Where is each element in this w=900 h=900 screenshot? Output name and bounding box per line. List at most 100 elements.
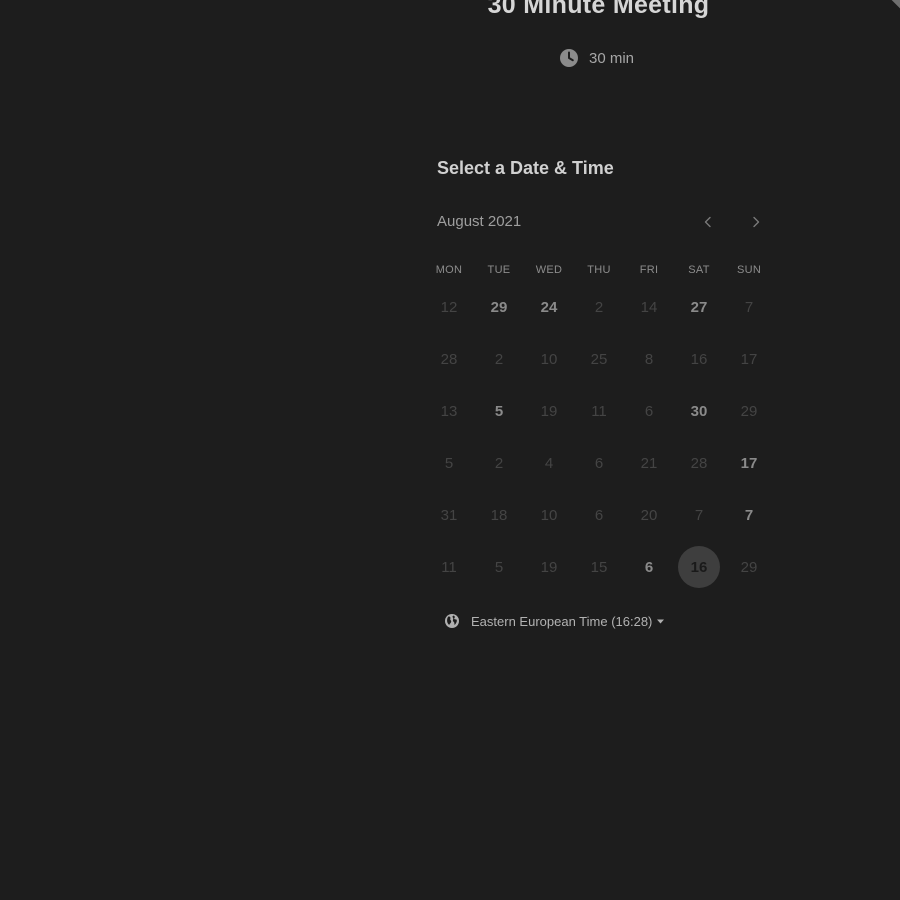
unavailable-date: 21 xyxy=(640,454,658,472)
unavailable-date: 10 xyxy=(540,350,558,368)
calendar-cell: 21 xyxy=(624,437,674,489)
weekday-fri: FRI xyxy=(639,264,659,276)
unavailable-date: 6 xyxy=(594,454,604,472)
weekday-wed: WED xyxy=(535,264,563,276)
unavailable-date: 2 xyxy=(594,298,604,316)
calendar-cell: 7 xyxy=(724,489,774,541)
calendar-cell: 29 xyxy=(724,385,774,437)
unavailable-date: 5 xyxy=(494,558,504,576)
unavailable-date: 11 xyxy=(441,558,457,576)
calendar-cell: 5 xyxy=(474,541,524,593)
calendar-cell: 17 xyxy=(724,437,774,489)
weekday-header-row: MON TUE WED THU FRI SAT SUN xyxy=(424,264,774,276)
unavailable-date: 2 xyxy=(494,454,504,472)
unavailable-date: 25 xyxy=(590,350,608,368)
previous-month-button[interactable] xyxy=(696,210,720,234)
calendar-cell: 11 xyxy=(574,385,624,437)
unavailable-date: 18 xyxy=(490,506,508,524)
chevron-left-icon xyxy=(704,216,711,228)
unavailable-date: 17 xyxy=(740,350,758,368)
calendar-cell: 27 xyxy=(674,281,724,333)
globe-icon xyxy=(445,614,459,628)
calendar-cell: 12 xyxy=(424,281,474,333)
calendar-cell: 29 xyxy=(474,281,524,333)
unavailable-date: 14 xyxy=(640,298,658,316)
calendar-cell: 20 xyxy=(624,489,674,541)
calendar-cell: 4 xyxy=(524,437,574,489)
unavailable-date: 2 xyxy=(494,350,504,368)
calendar-cell: 6 xyxy=(624,541,674,593)
unavailable-date: 20 xyxy=(640,506,658,524)
calendar-cell: 16 xyxy=(674,541,724,593)
available-date-button[interactable]: 5 xyxy=(478,390,520,432)
date-grid: 12 29 24 2 14 27 7 28 2 10 25 8 16 17 13 5 19 11 6 30 29 5 2 4 6… xyxy=(424,281,774,593)
unavailable-date: 29 xyxy=(740,558,758,576)
calendar-cell: 19 xyxy=(524,541,574,593)
clock-icon xyxy=(560,49,578,67)
calendar-cell: 13 xyxy=(424,385,474,437)
calendar-cell: 7 xyxy=(724,281,774,333)
weekday-sat: SAT xyxy=(688,264,710,276)
calendar-cell: 2 xyxy=(574,281,624,333)
caret-down-icon xyxy=(657,619,665,623)
calendar-cell: 5 xyxy=(474,385,524,437)
next-month-button[interactable] xyxy=(744,210,768,234)
timezone-selector[interactable]: Eastern European Time (16:28) xyxy=(444,611,665,631)
unavailable-date: 8 xyxy=(644,350,654,368)
weekday-tue: TUE xyxy=(487,264,511,276)
weekday-sun: SUN xyxy=(736,264,762,276)
calendar-cell: 17 xyxy=(724,333,774,385)
unavailable-date: 19 xyxy=(540,402,558,420)
unavailable-date: 16 xyxy=(690,350,708,368)
unavailable-date: 6 xyxy=(644,402,654,420)
calendar-cell: 10 xyxy=(524,489,574,541)
chevron-right-icon xyxy=(753,216,760,228)
month-label: August 2021 xyxy=(437,213,522,230)
select-date-heading: Select a Date & Time xyxy=(437,158,614,178)
unavailable-date: 28 xyxy=(690,454,708,472)
weekday-thu: THU xyxy=(587,264,611,276)
available-date-button[interactable]: 29 xyxy=(478,286,520,328)
calendar-cell: 2 xyxy=(474,437,524,489)
available-date-button[interactable]: 7 xyxy=(728,494,770,536)
calendar-cell: 16 xyxy=(674,333,724,385)
calendar-cell: 28 xyxy=(424,333,474,385)
unavailable-date: 7 xyxy=(744,298,754,316)
calendar-cell: 8 xyxy=(624,333,674,385)
calendar-cell: 30 xyxy=(674,385,724,437)
calendar-cell: 14 xyxy=(624,281,674,333)
unavailable-date: 29 xyxy=(740,402,758,420)
calendar-cell: 19 xyxy=(524,385,574,437)
unavailable-date: 11 xyxy=(591,402,607,420)
meeting-title: 30 Minute Meeting xyxy=(487,0,710,19)
calendar-cell: 28 xyxy=(674,437,724,489)
calendar-cell: 29 xyxy=(724,541,774,593)
calendar-cell: 7 xyxy=(674,489,724,541)
calendar-cell: 6 xyxy=(574,489,624,541)
duration-info: 30 min xyxy=(559,46,634,70)
weekday-mon: MON xyxy=(435,264,463,276)
unavailable-date: 6 xyxy=(594,506,604,524)
scheduling-page: 30 Minute Meeting 30 min Select a Date &… xyxy=(0,0,900,900)
unavailable-date: 5 xyxy=(444,454,454,472)
available-date-button[interactable]: 6 xyxy=(628,546,670,588)
unavailable-date: 28 xyxy=(440,350,458,368)
unavailable-date: 15 xyxy=(590,558,608,576)
calendar-cell: 2 xyxy=(474,333,524,385)
unavailable-date: 31 xyxy=(440,506,458,524)
calendar-cell: 6 xyxy=(574,437,624,489)
calendar-cell: 15 xyxy=(574,541,624,593)
duration-text: 30 min xyxy=(589,49,635,67)
available-date-button[interactable]: 17 xyxy=(728,442,770,484)
unavailable-date: 12 xyxy=(440,298,458,316)
available-date-button[interactable]: 30 xyxy=(678,390,720,432)
calendar-cell: 6 xyxy=(624,385,674,437)
available-date-button[interactable]: 24 xyxy=(528,286,570,328)
unavailable-date: 4 xyxy=(544,454,554,472)
calendar-cell: 5 xyxy=(424,437,474,489)
calendar-cell: 25 xyxy=(574,333,624,385)
available-date-button[interactable]: 27 xyxy=(678,286,720,328)
selected-date-button[interactable]: 16 xyxy=(678,546,720,588)
unavailable-date: 10 xyxy=(540,506,558,524)
unavailable-date: 13 xyxy=(440,402,458,420)
